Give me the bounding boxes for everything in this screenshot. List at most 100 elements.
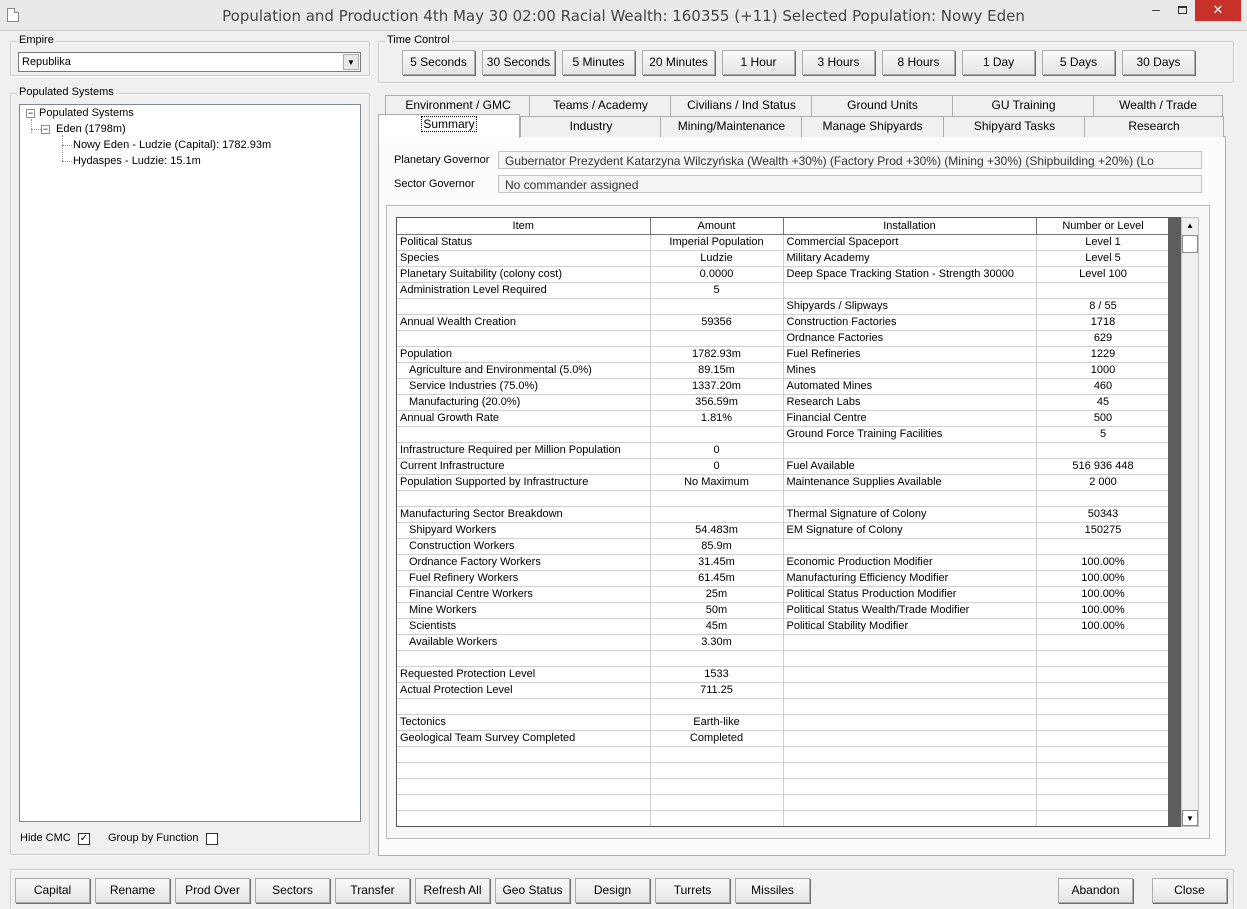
table-row[interactable]: Available Workers 3.30m [397, 634, 1168, 651]
geo-status-button[interactable]: Geo Status [495, 878, 570, 903]
tab-wealth-trade[interactable]: Wealth / Trade [1093, 95, 1223, 116]
time-5-minutes-button[interactable]: 5 Minutes [562, 50, 635, 75]
table-row[interactable]: Current Infrastructure 0 Fuel Available 516… [397, 458, 1168, 475]
table-row[interactable]: Annual Wealth Creation 59356 Construction … [397, 314, 1168, 331]
summary-grid[interactable]: Item Amount Installation Number or Level Po… [396, 217, 1169, 827]
table-row[interactable]: Scientists 45m Political Stability Modifie… [397, 618, 1168, 635]
hide-cmc-checkbox[interactable]: ✓ [78, 833, 90, 845]
systems-tree[interactable]: − Populated Systems − Eden (1798m) Nowy … [19, 104, 361, 822]
table-row[interactable]: Mine Workers 50m Political Status Wealth/T… [397, 602, 1168, 619]
time-20-minutes-button[interactable]: 20 Minutes [642, 50, 715, 75]
table-row[interactable] [397, 778, 1168, 795]
time-3-hours-button[interactable]: 3 Hours [802, 50, 875, 75]
time-30-days-button[interactable]: 30 Days [1122, 50, 1195, 75]
tree-root[interactable]: Populated Systems [39, 107, 134, 119]
tab-summary[interactable]: Summary [378, 114, 520, 138]
rename-button[interactable]: Rename [95, 878, 170, 903]
table-row[interactable]: Construction Workers 85.9m [397, 538, 1168, 555]
time-8-hours-button[interactable]: 8 Hours [882, 50, 955, 75]
table-row[interactable]: Annual Growth Rate 1.81% Financial Centre 5… [397, 410, 1168, 427]
time-5-seconds-button[interactable]: 5 Seconds [402, 50, 475, 75]
column-header-item[interactable]: Item [397, 218, 651, 235]
column-header-amount[interactable]: Amount [650, 218, 784, 235]
table-cell: Shipyards / Slipways [783, 298, 1037, 315]
abandon-button[interactable]: Abandon [1058, 878, 1133, 903]
turrets-button[interactable]: Turrets [655, 878, 730, 903]
scroll-thumb[interactable] [1182, 235, 1198, 253]
table-row[interactable]: Manufacturing Sector Breakdown Thermal Si… [397, 506, 1168, 523]
empire-select[interactable]: Republika ▼ [18, 52, 361, 72]
tree-colony-nowy-eden[interactable]: Nowy Eden - Ludzie (Capital): 1782.93m [73, 139, 271, 151]
table-row[interactable]: Agriculture and Environmental (5.0%) 89.1… [397, 362, 1168, 379]
table-row[interactable] [397, 490, 1168, 507]
table-row[interactable]: Financial Centre Workers 25m Political Sta… [397, 586, 1168, 603]
tab-teams-academy[interactable]: Teams / Academy [529, 95, 672, 116]
column-header-installation[interactable]: Installation [783, 218, 1037, 235]
table-row[interactable]: Infrastructure Required per Million Popu… [397, 442, 1168, 459]
close-window-button[interactable]: ✕ [1195, 0, 1241, 21]
table-row[interactable] [397, 794, 1168, 811]
time-1-hour-button[interactable]: 1 Hour [722, 50, 795, 75]
table-row[interactable] [397, 762, 1168, 779]
minimize-button[interactable]: – [1143, 0, 1169, 21]
tab-research[interactable]: Research [1084, 116, 1224, 137]
column-header-number-or-level[interactable]: Number or Level [1036, 218, 1168, 235]
table-row[interactable] [397, 698, 1168, 715]
table-row[interactable]: Ordnance Factory Workers 31.45m Economic P… [397, 554, 1168, 571]
tab-environment-gmc[interactable]: Environment / GMC [385, 95, 531, 116]
table-row[interactable]: Ground Force Training Facilities 5 [397, 426, 1168, 443]
table-row[interactable]: Requested Protection Level 1533 [397, 666, 1168, 683]
scroll-down-icon[interactable]: ▼ [1182, 810, 1198, 826]
tab-ground-units[interactable]: Ground Units [811, 95, 954, 116]
table-cell [783, 490, 1037, 507]
tab-mining-maintenance[interactable]: Mining/Maintenance [660, 116, 803, 137]
planetary-governor-field[interactable]: Gubernator Prezydent Katarzyna Wilczyńsk… [498, 151, 1202, 169]
table-row[interactable]: Administration Level Required 5 [397, 282, 1168, 299]
tab-manage-shipyards[interactable]: Manage Shipyards [801, 116, 944, 137]
vertical-scrollbar[interactable]: ▲ ▼ [1181, 217, 1199, 827]
table-row[interactable]: Manufacturing (20.0%) 356.59m Research Lab… [397, 394, 1168, 411]
time-30-seconds-button[interactable]: 30 Seconds [482, 50, 555, 75]
scroll-up-icon[interactable]: ▲ [1182, 218, 1198, 234]
tab-industry[interactable]: Industry [520, 116, 662, 137]
tree-connector [62, 135, 63, 161]
table-row[interactable]: Shipyards / Slipways 8 / 55 [397, 298, 1168, 315]
table-row[interactable]: Geological Team Survey Completed Complete… [397, 730, 1168, 747]
table-row[interactable]: Tectonics Earth-like [397, 714, 1168, 731]
table-row[interactable]: Actual Protection Level 711.25 [397, 682, 1168, 699]
table-row[interactable] [397, 810, 1168, 826]
table-row[interactable]: Planetary Suitability (colony cost) 0.000… [397, 266, 1168, 283]
sector-governor-field[interactable]: No commander assigned [498, 175, 1202, 193]
table-row[interactable]: Population 1782.93m Fuel Refineries 1229 [397, 346, 1168, 363]
time-5-days-button[interactable]: 5 Days [1042, 50, 1115, 75]
collapse-icon[interactable]: − [26, 109, 35, 118]
missiles-button[interactable]: Missiles [735, 878, 810, 903]
table-header-row: Item Amount Installation Number or Level [397, 218, 1168, 235]
sectors-button[interactable]: Sectors [255, 878, 330, 903]
maximize-button[interactable] [1169, 0, 1195, 21]
tree-colony-hydaspes[interactable]: Hydaspes - Ludzie: 15.1m [73, 155, 201, 167]
tab-shipyard-tasks[interactable]: Shipyard Tasks [943, 116, 1086, 137]
refresh-all-button[interactable]: Refresh All [415, 878, 490, 903]
table-row[interactable]: Species Ludzie Military Academy Level 5 [397, 250, 1168, 267]
table-row[interactable] [397, 746, 1168, 763]
table-row[interactable]: Political Status Imperial Population Comme… [397, 234, 1168, 251]
table-row[interactable]: Shipyard Workers 54.483m EM Signature of C… [397, 522, 1168, 539]
time-1-day-button[interactable]: 1 Day [962, 50, 1035, 75]
tab-civilians-ind-status[interactable]: Civilians / Ind Status [670, 95, 813, 116]
table-row[interactable]: Ordnance Factories 629 [397, 330, 1168, 347]
transfer-button[interactable]: Transfer [335, 878, 410, 903]
table-row[interactable]: Population Supported by Infrastructure No… [397, 474, 1168, 491]
collapse-icon[interactable]: − [41, 125, 50, 134]
prod-over-button[interactable]: Prod Over [175, 878, 250, 903]
table-row[interactable]: Fuel Refinery Workers 61.45m Manufacturing… [397, 570, 1168, 587]
tree-system-eden[interactable]: Eden (1798m) [56, 123, 126, 135]
table-row[interactable]: Service Industries (75.0%) 1337.20m Automa… [397, 378, 1168, 395]
group-by-function-checkbox[interactable] [206, 833, 218, 845]
capital-button[interactable]: Capital [15, 878, 90, 903]
tab-gu-training[interactable]: GU Training [952, 95, 1095, 116]
close-button[interactable]: Close [1152, 878, 1227, 903]
chevron-down-icon[interactable]: ▼ [343, 54, 359, 70]
design-button[interactable]: Design [575, 878, 650, 903]
table-row[interactable] [397, 650, 1168, 667]
